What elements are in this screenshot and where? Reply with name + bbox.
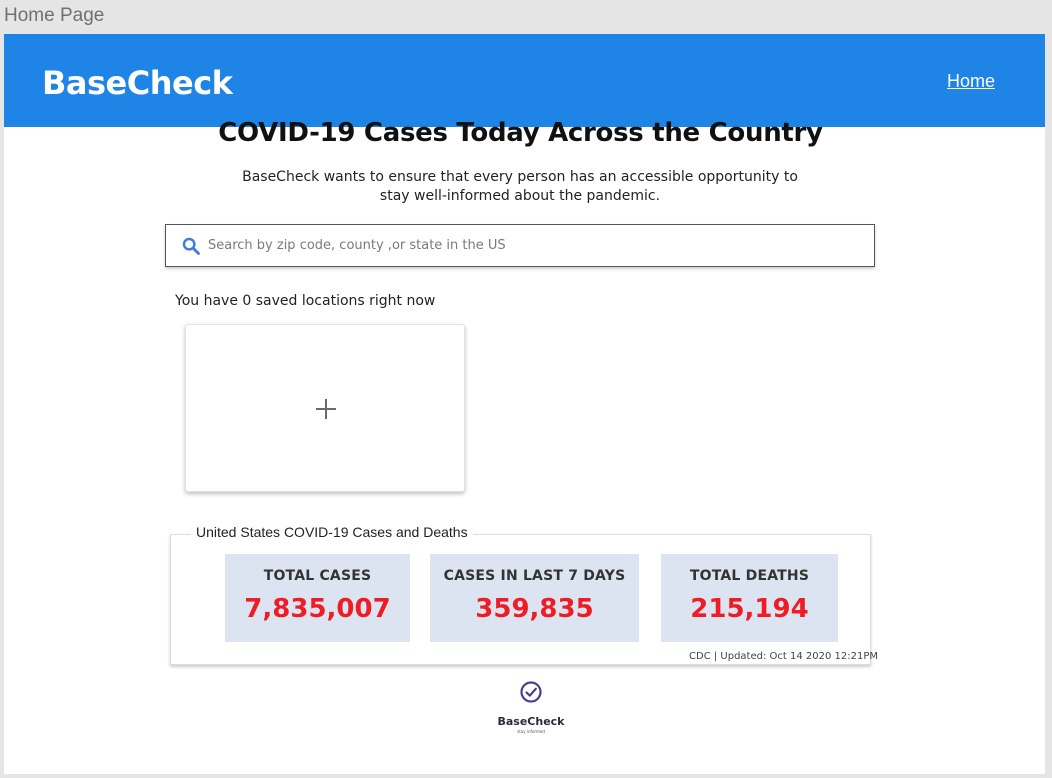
brand-logo-text[interactable]: BaseCheck [42,64,233,102]
nav-home-link[interactable]: Home [947,71,995,92]
search-bar[interactable] [165,224,875,267]
stat-value: 215,194 [690,594,809,624]
footer-brand: BaseCheck [497,715,565,728]
stat-value: 7,835,007 [244,594,391,624]
frame-label: Home Page [4,5,105,26]
plus-icon [316,399,336,419]
stat-label: CASES IN LAST 7 DAYS [443,568,626,584]
stat-label: TOTAL CASES [263,568,372,584]
data-source-update-note: CDC | Updated: Oct 14 2020 12:21PM [689,651,878,662]
search-input[interactable] [208,225,858,266]
footer-tagline: stay informed [517,729,545,734]
check-circle-icon [520,681,542,703]
page-title: COVID-19 Cases Today Across the Country [218,118,823,148]
stat-value: 359,835 [475,594,594,624]
stat-cases-last-7-days: CASES IN LAST 7 DAYS 359,835 [430,554,639,642]
add-location-card[interactable] [185,324,465,492]
stat-total-deaths: TOTAL DEATHS 215,194 [661,554,838,642]
stat-label: TOTAL DEATHS [689,568,810,584]
stats-panel-title: United States COVID-19 Cases and Deaths [191,524,473,540]
page-subtitle: BaseCheck wants to ensure that every per… [242,169,798,204]
stat-total-cases: TOTAL CASES 7,835,007 [225,554,410,642]
saved-locations-text: You have 0 saved locations right now [175,293,436,309]
footer-logo: BaseCheck stay informed [486,678,576,736]
search-icon [182,237,200,255]
app-header: BaseCheck Home [4,34,1045,127]
